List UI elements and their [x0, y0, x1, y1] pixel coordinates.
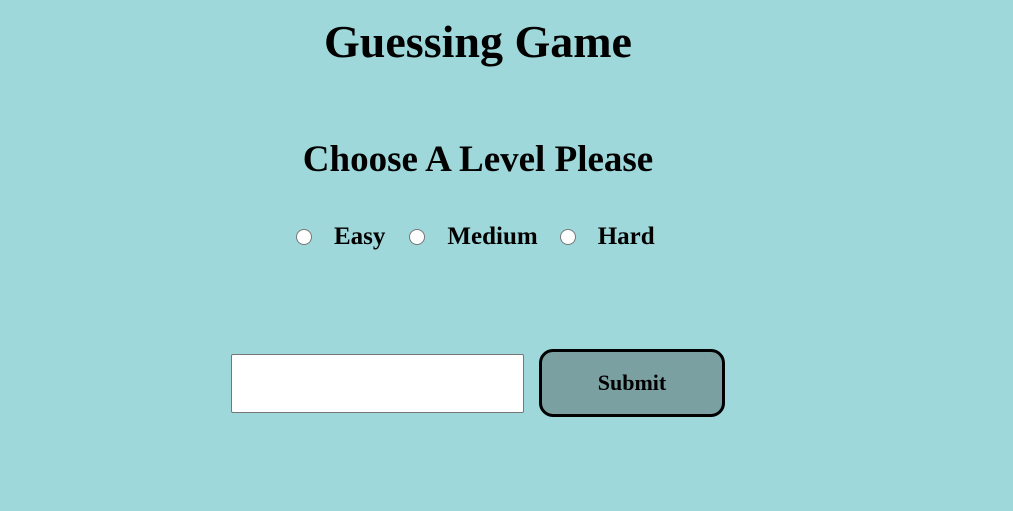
level-option-hard[interactable]: Hard	[559, 223, 655, 251]
level-radio-group: Easy Medium Hard	[296, 222, 655, 252]
submit-button[interactable]: Submit	[539, 349, 725, 417]
radio-medium[interactable]	[409, 229, 426, 245]
level-option-medium[interactable]: Medium	[409, 223, 538, 251]
radio-easy[interactable]	[296, 229, 312, 245]
radio-hard[interactable]	[559, 229, 576, 245]
page-title: Guessing Game	[324, 16, 632, 67]
level-option-label: Easy	[334, 223, 386, 250]
level-option-label: Hard	[597, 223, 655, 250]
guess-input[interactable]	[231, 354, 524, 413]
level-option-easy[interactable]: Easy	[296, 223, 385, 251]
level-option-label: Medium	[447, 223, 538, 250]
level-prompt: Choose A Level Please	[302, 139, 654, 180]
